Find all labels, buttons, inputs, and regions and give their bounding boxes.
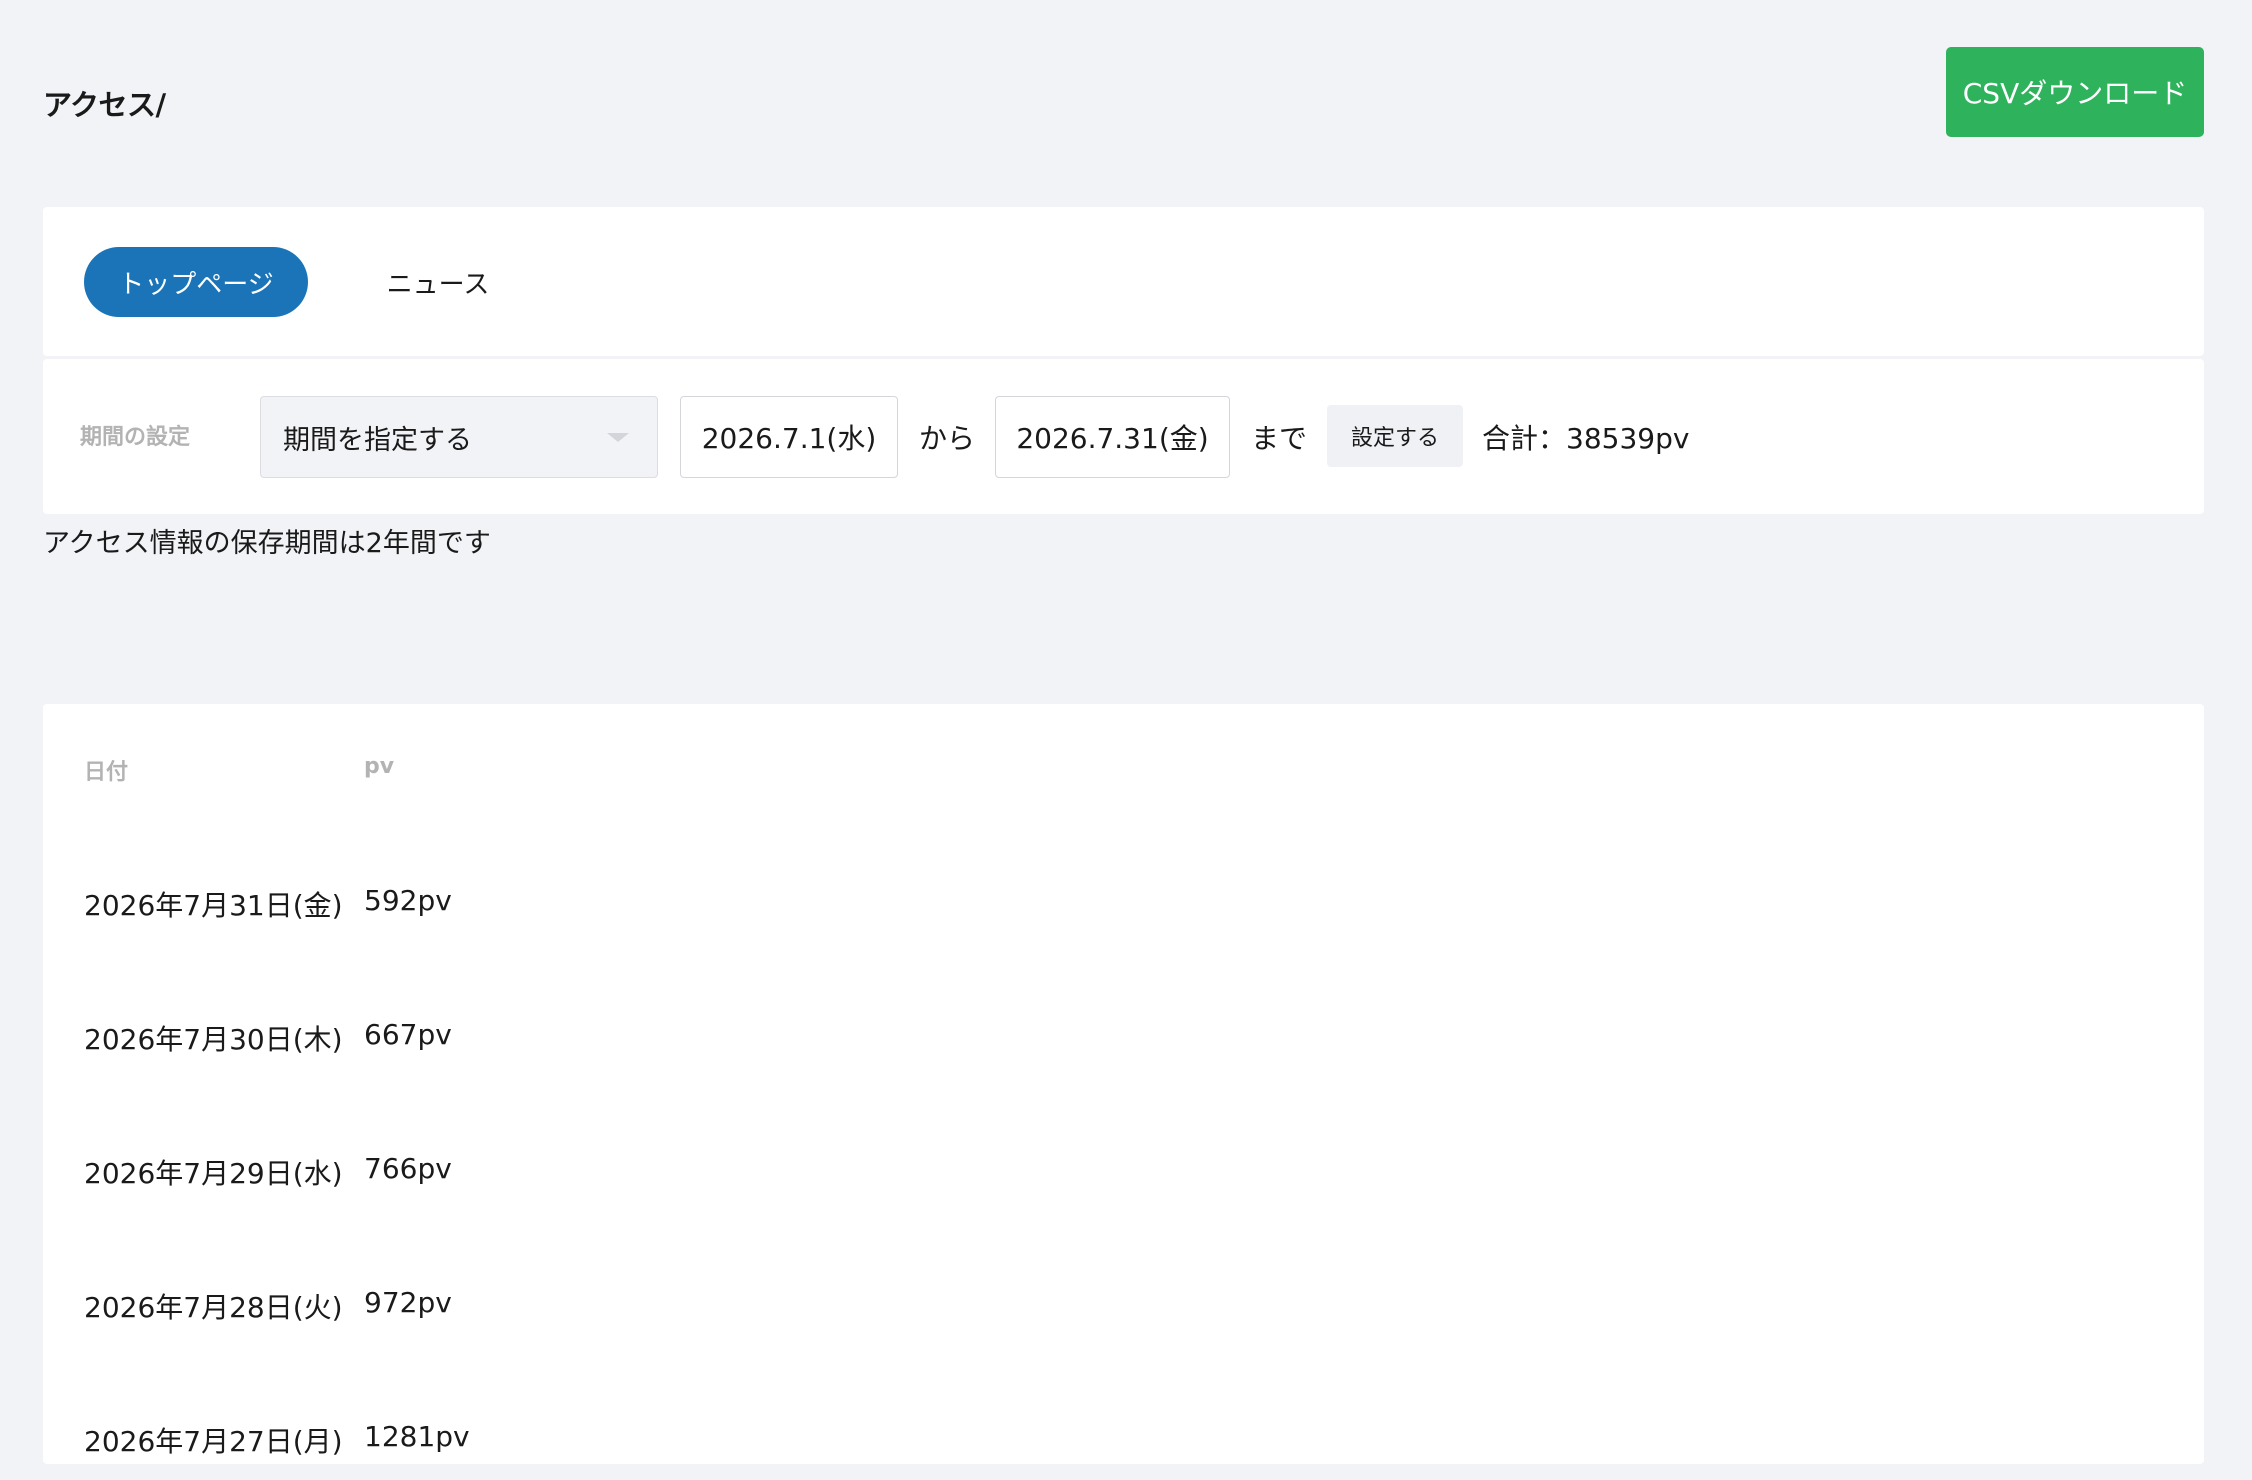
row-pv: 766pv xyxy=(364,1152,452,1185)
tab-news[interactable]: ニュース xyxy=(358,247,518,317)
table-row: 2026年7月31日(金) 592pv xyxy=(43,884,2204,944)
end-date-input[interactable]: 2026.7.31(金) xyxy=(995,396,1230,478)
caret-down-icon xyxy=(607,433,629,442)
row-date: 2026年7月28日(火) xyxy=(84,1291,343,1324)
column-header-pv: pv xyxy=(364,754,395,779)
table-row: 2026年7月27日(月) 1281pv xyxy=(43,1420,2204,1480)
access-table: 日付 pv 2026年7月31日(金) 592pv 2026年7月30日(木) … xyxy=(43,704,2204,1464)
csv-download-button[interactable]: CSVダウンロード xyxy=(1946,47,2204,137)
from-label: から xyxy=(919,422,976,455)
page-title: アクセス/ xyxy=(43,88,166,122)
table-row: 2026年7月29日(水) 766pv xyxy=(43,1152,2204,1212)
start-date-input[interactable]: 2026.7.1(水) xyxy=(680,396,898,478)
page-tabs: トップページ ニュース xyxy=(43,207,2204,356)
row-pv: 972pv xyxy=(364,1286,452,1319)
tab-top-page[interactable]: トップページ xyxy=(84,247,308,317)
row-pv: 1281pv xyxy=(364,1420,470,1453)
row-pv: 592pv xyxy=(364,884,452,917)
until-label: まで xyxy=(1251,422,1308,455)
period-mode-select[interactable]: 期間を指定する xyxy=(260,396,658,478)
period-label: 期間の設定 xyxy=(80,425,191,450)
table-row: 2026年7月28日(火) 972pv xyxy=(43,1286,2204,1346)
retention-note: アクセス情報の保存期間は2年間です xyxy=(43,528,491,559)
row-date: 2026年7月31日(金) xyxy=(84,889,343,922)
apply-period-button[interactable]: 設定する xyxy=(1327,405,1463,467)
row-date: 2026年7月27日(月) xyxy=(84,1425,343,1458)
row-date: 2026年7月29日(水) xyxy=(84,1157,343,1190)
period-settings-panel: 期間の設定 期間を指定する 2026.7.1(水) から 2026.7.31(金… xyxy=(43,359,2204,514)
row-pv: 667pv xyxy=(364,1018,452,1051)
total-pv: 合計：38539pv xyxy=(1482,422,1690,455)
period-mode-value: 期間を指定する xyxy=(283,424,472,456)
column-header-date: 日付 xyxy=(84,760,129,785)
row-date: 2026年7月30日(木) xyxy=(84,1023,343,1056)
table-row: 2026年7月30日(木) 667pv xyxy=(43,1018,2204,1078)
